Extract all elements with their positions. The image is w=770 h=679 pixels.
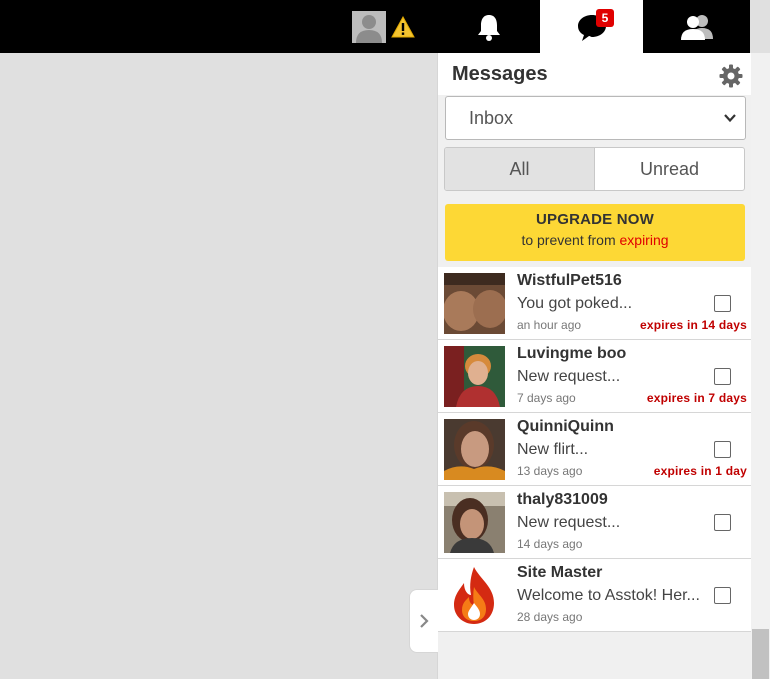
friends-button[interactable] xyxy=(643,0,750,53)
bell-icon xyxy=(477,14,500,41)
message-list: WistfulPet516 You got poked... an hour a… xyxy=(438,267,751,632)
sender-name: QuinniQuinn xyxy=(517,418,614,435)
folder-select-value: Inbox xyxy=(469,108,514,128)
message-select-checkbox[interactable] xyxy=(714,295,731,312)
tab-all[interactable]: All xyxy=(445,148,595,190)
sender-name: Site Master xyxy=(517,564,603,581)
sender-photo xyxy=(444,273,505,334)
panel-title: Messages xyxy=(452,63,548,85)
message-select-checkbox[interactable] xyxy=(714,368,731,385)
sender-photo xyxy=(444,419,505,480)
message-time: 7 days ago xyxy=(517,391,576,405)
message-time: 28 days ago xyxy=(517,610,583,624)
users-icon xyxy=(680,14,713,40)
message-time: an hour ago xyxy=(517,318,582,332)
sender-photo xyxy=(444,565,505,626)
message-preview: New request... xyxy=(517,514,621,531)
panel-scrollbar[interactable] xyxy=(751,53,770,679)
messages-button[interactable] xyxy=(540,0,643,53)
message-row[interactable]: Luvingme boo New request... 7 days ago e… xyxy=(438,340,751,413)
message-row[interactable]: WistfulPet516 You got poked... an hour a… xyxy=(438,267,751,340)
folder-select[interactable]: Inbox xyxy=(445,96,746,140)
upgrade-expiring-text: expiring xyxy=(619,232,669,248)
upgrade-banner[interactable]: UPGRADE NOW to prevent from expiring xyxy=(445,204,745,261)
user-avatar[interactable] xyxy=(352,11,386,43)
photo-thumbnail-icon xyxy=(444,273,505,334)
notifications-button[interactable] xyxy=(437,0,540,53)
message-time: 14 days ago xyxy=(517,537,583,551)
collapse-panel-button[interactable] xyxy=(409,589,438,653)
chevron-right-icon xyxy=(420,614,429,628)
chevron-down-icon xyxy=(724,114,736,123)
flame-logo-icon xyxy=(444,565,505,626)
sender-name: WistfulPet516 xyxy=(517,272,622,289)
sender-name: thaly831009 xyxy=(517,491,608,508)
photo-thumbnail-icon xyxy=(444,492,505,553)
tab-unread[interactable]: Unread xyxy=(595,148,744,190)
message-preview: You got poked... xyxy=(517,295,633,312)
expiry-label: expires in 1 day xyxy=(653,464,747,478)
upgrade-headline: UPGRADE NOW xyxy=(535,211,655,228)
message-preview: New request... xyxy=(517,368,621,385)
messages-count-badge: 5 xyxy=(596,9,614,27)
message-row[interactable]: Site Master Welcome to Asstok! Her... 28… xyxy=(438,559,751,632)
panel-header: Messages xyxy=(438,53,751,95)
sender-photo xyxy=(444,346,505,407)
user-silhouette-icon xyxy=(352,11,386,43)
sender-photo xyxy=(444,492,505,553)
upgrade-subline: to prevent from expiring xyxy=(445,232,745,248)
message-preview: New flirt... xyxy=(517,441,589,458)
expiry-label: expires in 7 days xyxy=(646,391,747,405)
message-select-checkbox[interactable] xyxy=(714,514,731,531)
message-preview: Welcome to Asstok! Her... xyxy=(517,587,700,604)
message-select-checkbox[interactable] xyxy=(714,587,731,604)
message-row[interactable]: thaly831009 New request... 14 days ago xyxy=(438,486,751,559)
scrollbar-thumb[interactable] xyxy=(752,629,769,679)
warning-triangle-icon[interactable] xyxy=(391,16,415,38)
gear-icon[interactable] xyxy=(719,64,743,88)
expiry-label: expires in 14 days xyxy=(640,318,747,332)
photo-thumbnail-icon xyxy=(444,419,505,480)
message-time: 13 days ago xyxy=(517,464,583,478)
photo-thumbnail-icon xyxy=(444,346,505,407)
message-filter-tabs: All Unread xyxy=(444,147,745,191)
sender-name: Luvingme boo xyxy=(517,345,627,362)
messages-panel: Messages Inbox All Unread UPGRADE NOW to… xyxy=(437,53,751,679)
upgrade-subline-text: to prevent from xyxy=(521,232,616,248)
message-row[interactable]: QuinniQuinn New flirt... 13 days ago exp… xyxy=(438,413,751,486)
message-select-checkbox[interactable] xyxy=(714,441,731,458)
